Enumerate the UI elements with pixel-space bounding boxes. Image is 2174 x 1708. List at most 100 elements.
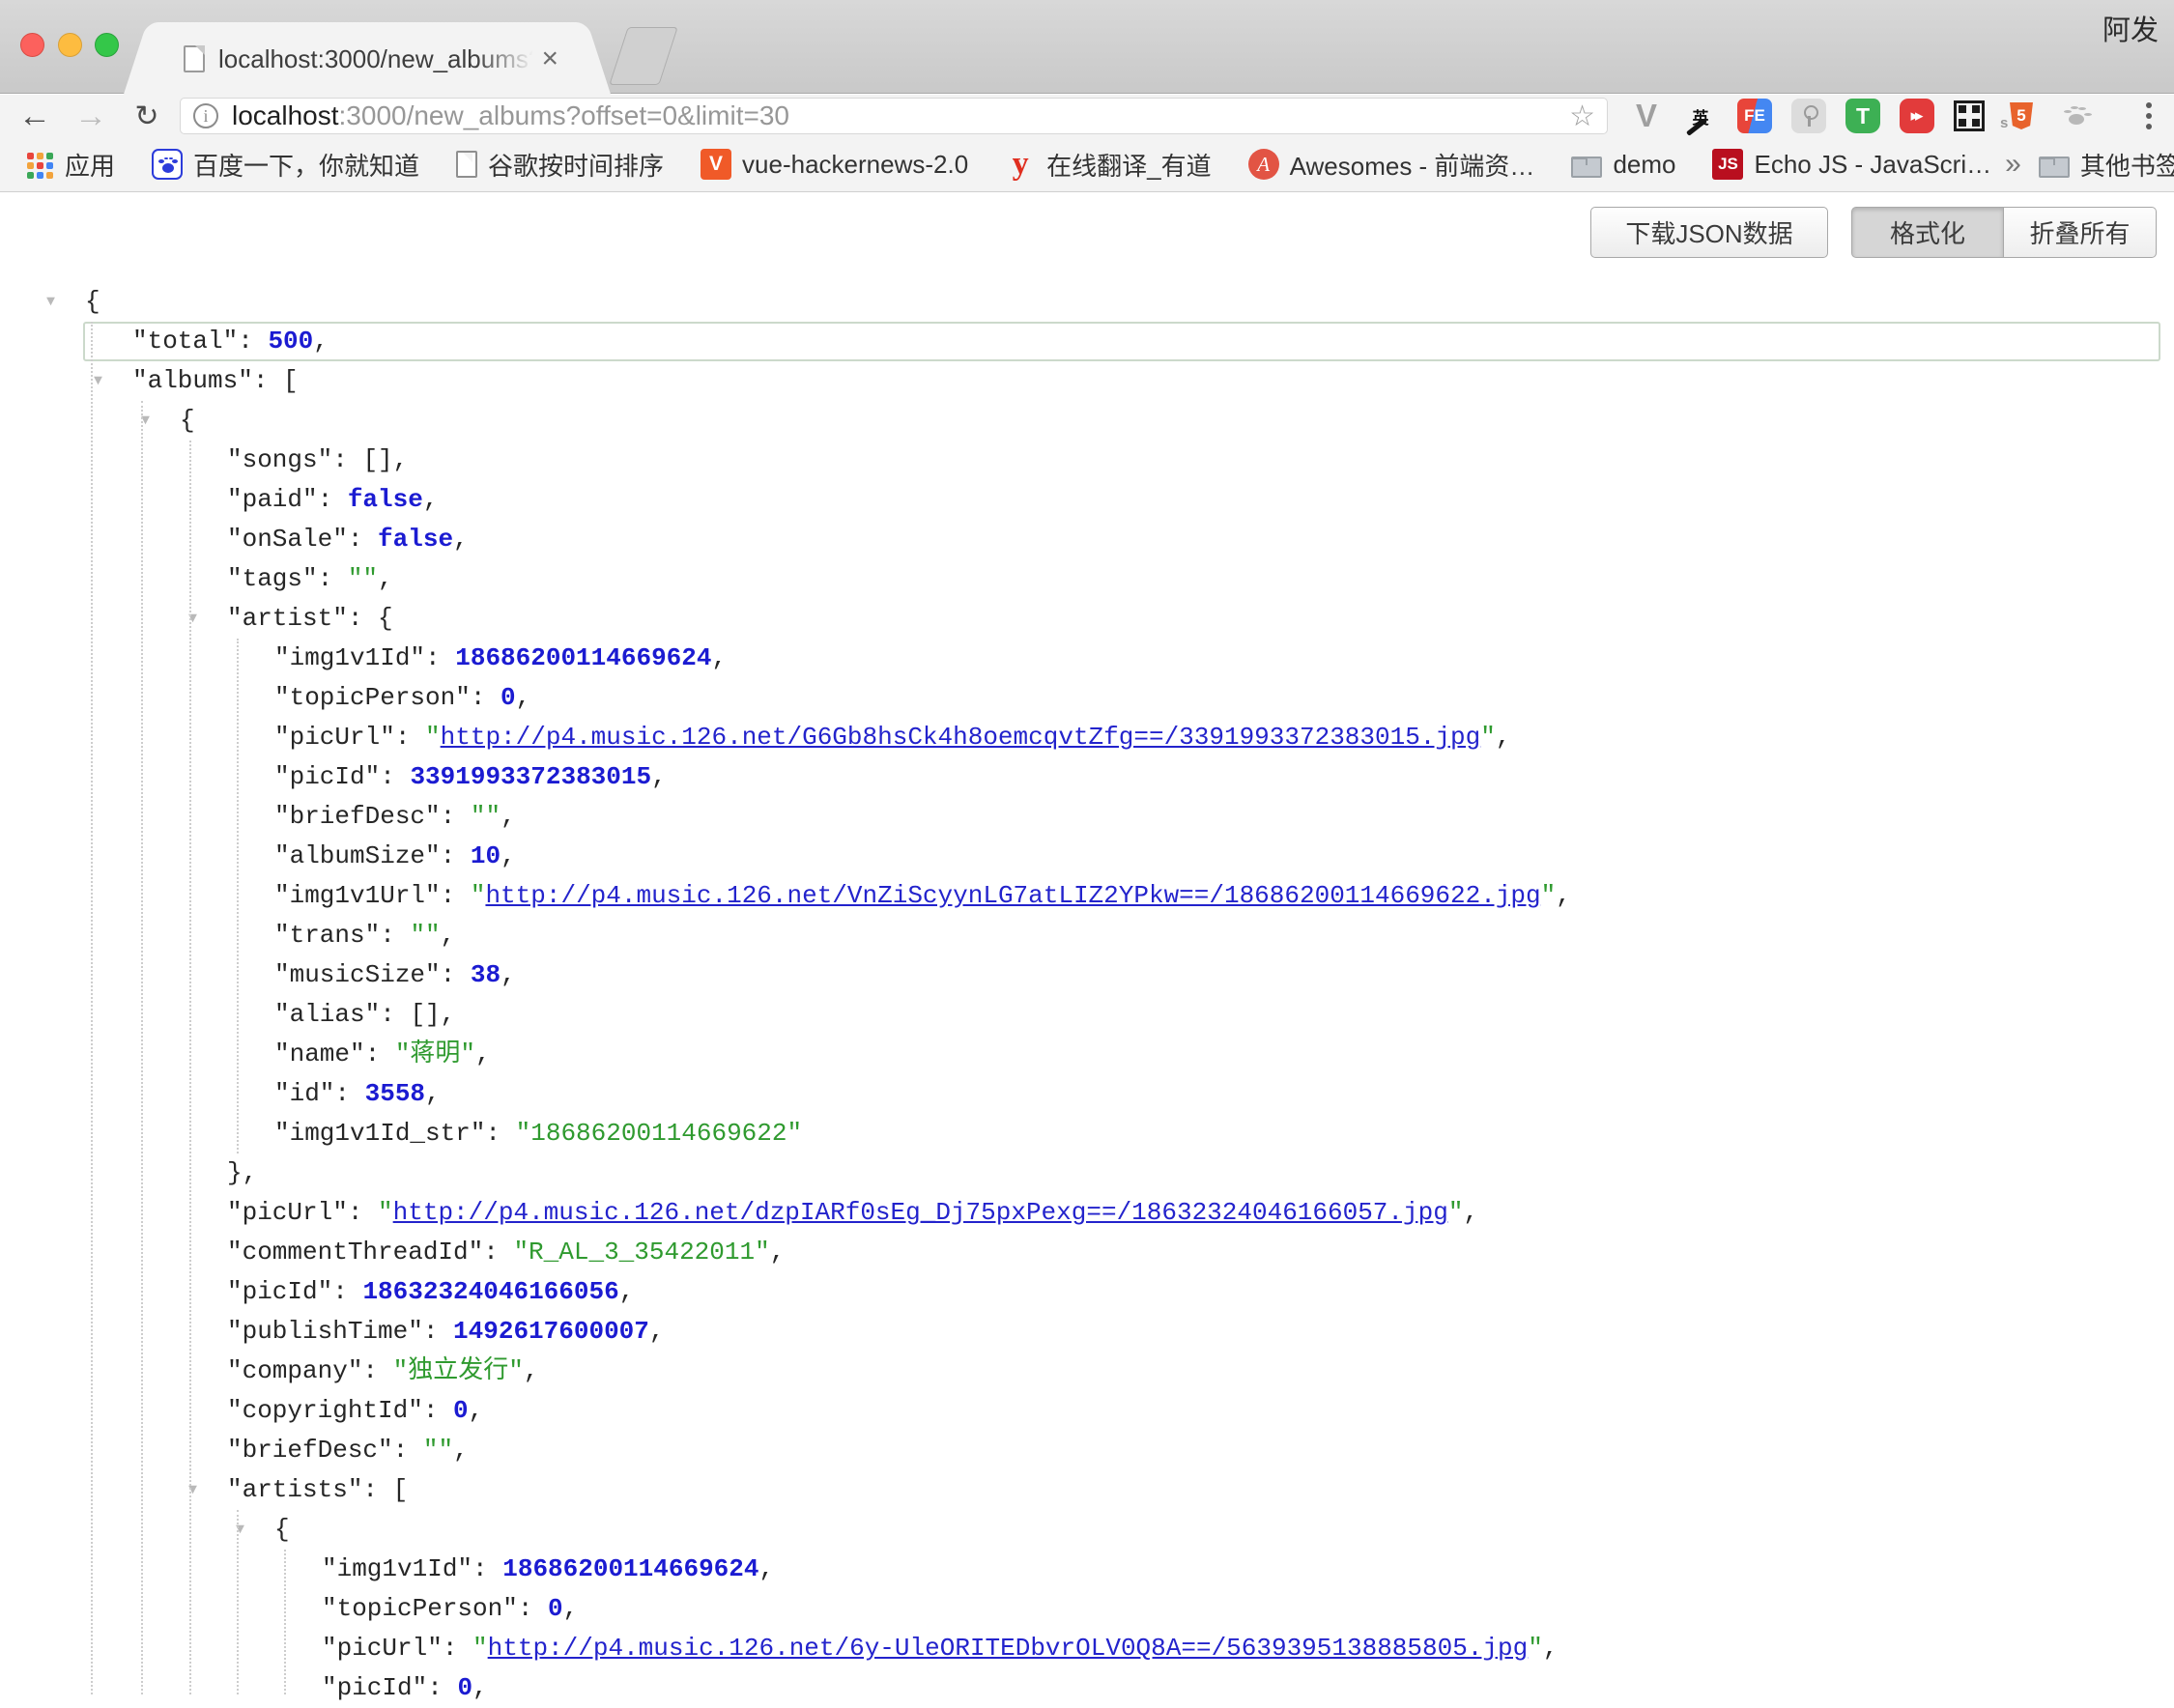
page-content: 下载JSON数据 格式化 折叠所有 ▼{"total": 500,▼"album… [0,193,2174,1694]
translate-pen-icon[interactable]: 英 [1683,99,1718,133]
page-favicon-icon [184,45,205,72]
window-titlebar: localhost:3000/new_albums?o × 阿发 [0,0,2174,94]
page-info-icon[interactable]: i [193,103,218,128]
html5-icon[interactable]: 5s [2004,99,2039,133]
json-row-highlighted: "total": 500, [83,322,2160,361]
bookmark-item[interactable]: 应用 [23,147,115,183]
json-row: ▼{ [0,1510,2174,1550]
browser-tab[interactable]: localhost:3000/new_albums?o × [158,22,576,95]
tampermonkey-icon[interactable]: T [1845,99,1880,133]
json-url-link[interactable]: http://p4.music.126.net/VnZiScyynLG7atLI… [485,881,1540,910]
json-row: "musicSize": 38, [0,955,2174,995]
json-row: "paid": false, [0,480,2174,520]
bookmarks-list: 应用 百度一下，你就知道 谷歌按时间排序 V vue-hackernews-2.… [23,147,1991,183]
youdao-icon: y [1005,149,1036,180]
page-icon [456,151,477,178]
bookmark-label: Awesomes - 前端资… [1290,147,1535,183]
bookmark-label: vue-hackernews-2.0 [742,150,968,180]
json-row: "picUrl": "http://p4.music.126.net/6y-Ul… [0,1629,2174,1668]
baidu-paw-icon [152,149,183,180]
json-row: ▼{ [0,401,2174,441]
json-row: "albumSize": 10, [0,837,2174,876]
bookmark-item[interactable]: demo [1571,150,1675,180]
person-pin-icon[interactable] [1791,99,1826,133]
other-bookmarks-folder[interactable]: 其他书签 [2039,147,2174,183]
json-row: "briefDesc": "", [0,1431,2174,1470]
indent-guide [91,322,93,1694]
json-row: "name": "蒋明", [0,1035,2174,1074]
bookmark-item[interactable]: 谷歌按时间排序 [456,147,664,183]
json-row: "company": "独立发行", [0,1352,2174,1391]
collapse-all-button[interactable]: 折叠所有 [2004,207,2157,258]
bookmark-item[interactable]: 百度一下，你就知道 [152,147,419,183]
bookmark-star-icon[interactable]: ☆ [1569,100,1595,133]
json-url-link[interactable]: http://p4.music.126.net/6y-UleORITEDbvrO… [488,1634,1529,1663]
download-json-button[interactable]: 下载JSON数据 [1590,207,1828,258]
indent-guide [189,441,191,1694]
json-row: "picId": 0, [0,1668,2174,1708]
vue-icon: V [701,149,731,180]
new-tab-button[interactable] [609,27,677,85]
back-button[interactable]: ← [14,95,56,137]
json-row: ▼"artist": { [0,599,2174,639]
json-url-link[interactable]: http://p4.music.126.net/dzpIARf0sEg_Dj75… [393,1198,1448,1227]
bookmark-label: 百度一下，你就知道 [193,147,419,183]
url-bar[interactable]: i localhost:3000/new_albums?offset=0&lim… [180,98,1608,134]
profile-name[interactable]: 阿发 [2102,8,2159,48]
view-mode-button-group: 格式化 折叠所有 [1851,207,2157,258]
json-tree: ▼{"total": 500,▼"albums": [▼{"songs": []… [0,282,2174,1694]
json-row: "alias": [], [0,995,2174,1035]
reload-button[interactable]: ↻ [126,95,168,137]
minimize-window-button[interactable] [58,33,82,57]
json-row: "commentThreadId": "R_AL_3_35422011", [0,1233,2174,1272]
json-row: ▼"artists": [ [0,1470,2174,1510]
bookmarks-bar: 应用 百度一下，你就知道 谷歌按时间排序 V vue-hackernews-2.… [0,137,2174,192]
json-row: "img1v1Id": 18686200114669624, [0,1550,2174,1589]
bookmark-item[interactable]: y 在线翻译_有道 [1005,147,1211,183]
json-row: }, [0,1153,2174,1193]
bookmark-label: 谷歌按时间排序 [488,147,664,183]
fe-icon[interactable]: FE [1737,99,1772,133]
vimium-icon[interactable]: V [1629,99,1664,133]
tab-close-icon[interactable]: × [541,44,558,73]
indent-guide [237,639,239,1153]
chrome-menu-icon[interactable] [2130,95,2168,137]
indent-guide [237,1510,239,1694]
json-row: "publishTime": 1492617600007, [0,1312,2174,1352]
bookmark-item[interactable]: V vue-hackernews-2.0 [701,149,968,180]
bookmarks-overflow-icon[interactable]: » [1991,148,2035,181]
json-row: "img1v1Id_str": "18686200114669622" [0,1114,2174,1153]
json-row: "tags": "", [0,559,2174,599]
json-row: "topicPerson": 0, [0,1589,2174,1629]
json-row: ▼{ [0,282,2174,322]
indent-guide [141,401,143,1694]
forward-button[interactable]: → [70,95,112,137]
zoom-window-button[interactable] [95,33,119,57]
json-row: "topicPerson": 0, [0,678,2174,718]
json-row: "onSale": false, [0,520,2174,559]
echojs-icon: JS [1712,149,1743,180]
json-url-link[interactable]: http://p4.music.126.net/G6Gb8hsCk4h8oemc… [441,723,1481,752]
json-row: "songs": [], [0,441,2174,480]
json-row: "id": 3558, [0,1074,2174,1114]
json-row: "img1v1Url": "http://p4.music.126.net/Vn… [0,876,2174,916]
close-window-button[interactable] [20,33,44,57]
format-button[interactable]: 格式化 [1851,207,2004,258]
json-row: ▼"albums": [ [0,361,2174,401]
fast-forward-icon[interactable]: ▸▸ [1900,99,1934,133]
claw-icon[interactable] [2058,99,2093,133]
indent-guide [284,1550,286,1694]
collapse-triangle-icon[interactable]: ▼ [46,282,55,322]
bookmark-item[interactable]: A Awesomes - 前端资… [1248,147,1535,183]
url-text: localhost:3000/new_albums?offset=0&limit… [232,100,1558,131]
bookmark-label: demo [1613,150,1675,180]
bookmark-item[interactable]: JS Echo JS - JavaScri… [1712,149,1991,180]
qr-code-icon[interactable] [1954,100,1985,131]
extensions-row: V英 FE T ▸▸ 5s [1629,95,2093,137]
json-row: "picId": 18632324046166056, [0,1272,2174,1312]
browser-toolbar: ← → ↻ i localhost:3000/new_albums?offset… [0,95,2174,137]
folder-icon [1571,157,1602,178]
json-row: "picUrl": "http://p4.music.126.net/dzpIA… [0,1193,2174,1233]
json-row: "picId": 3391993372383015, [0,757,2174,797]
collapse-triangle-icon[interactable]: ▼ [94,361,102,401]
